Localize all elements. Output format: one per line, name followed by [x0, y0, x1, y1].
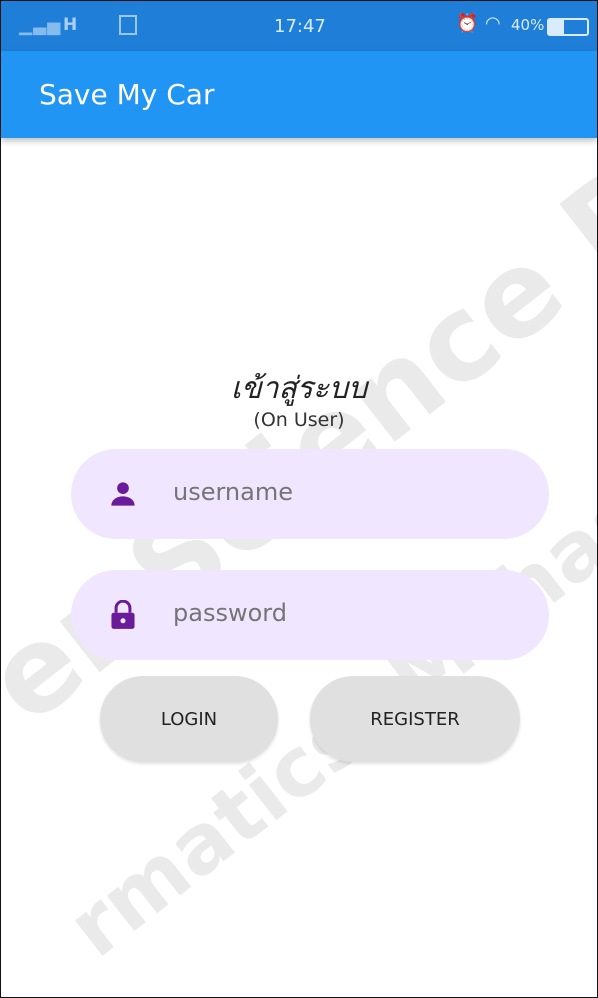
username-field[interactable] [71, 449, 549, 539]
network-type: H [63, 15, 78, 35]
alarm-icon: ⏰ [456, 13, 479, 34]
person-icon [111, 482, 135, 506]
phone-screen: ▁▃▅ H 17:47 ⏰ ◠ 40% Save My Car er Scien… [0, 0, 598, 998]
battery-percent: 40% [511, 16, 545, 34]
login-heading: เข้าสู่ระบบ [230, 371, 368, 406]
wifi-icon: ◠ [485, 13, 501, 34]
battery-level [549, 20, 565, 34]
status-bar: ▁▃▅ H 17:47 ⏰ ◠ 40% [1, 1, 597, 51]
username-input[interactable] [171, 477, 515, 507]
battery-icon [547, 18, 589, 36]
app-bar: Save My Car [1, 51, 597, 138]
status-time: 17:47 [274, 16, 326, 37]
password-input[interactable] [171, 598, 515, 628]
signal-icon: ▁▃▅ [19, 16, 62, 36]
lock-icon [111, 600, 135, 629]
app-title: Save My Car [39, 78, 215, 111]
login-subtitle: (On User) [253, 409, 345, 431]
password-field[interactable] [71, 570, 549, 660]
register-button[interactable]: REGISTER [310, 676, 520, 762]
login-button[interactable]: LOGIN [100, 676, 278, 762]
sim-icon [119, 15, 137, 35]
